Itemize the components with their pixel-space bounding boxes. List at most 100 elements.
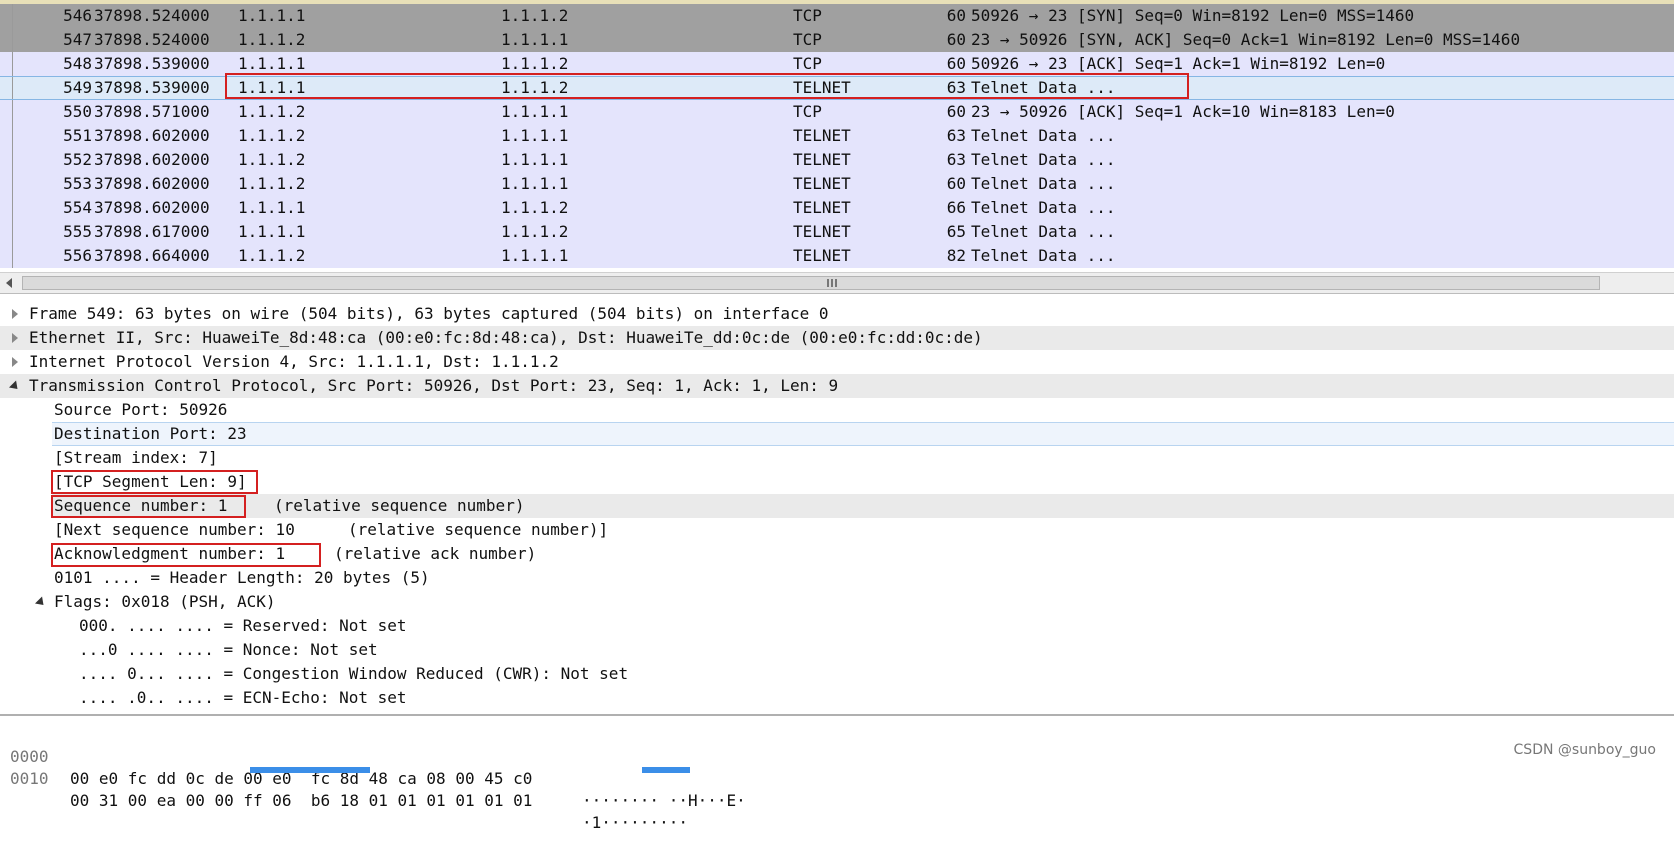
packet-row-555[interactable]: 555 37898.617000 1.1.1.1 1.1.1.2 TELNET …	[0, 220, 1674, 244]
packet-proto: TELNET	[793, 78, 851, 97]
tree-item-dst-port[interactable]: Destination Port: 23	[52, 422, 1674, 446]
tree-item-segment-len[interactable]: [TCP Segment Len: 9]	[0, 470, 1674, 494]
packet-len: 63	[946, 126, 966, 145]
packet-list-hscrollbar[interactable]	[0, 272, 1674, 294]
packet-proto: TELNET	[793, 222, 851, 241]
packet-time: 37898.602000	[94, 174, 210, 193]
packet-dst: 1.1.1.1	[501, 126, 569, 145]
collapse-arrow-icon[interactable]	[34, 596, 48, 609]
tree-item-ack[interactable]: Acknowledgment number: 1 (relative ack n…	[0, 542, 1674, 566]
tree-item-ip[interactable]: Internet Protocol Version 4, Src: 1.1.1.…	[0, 350, 1674, 374]
packet-info: 50926 → 23 [ACK] Seq=1 Ack=1 Win=8192 Le…	[971, 54, 1386, 73]
tree-item-src-port[interactable]: Source Port: 50926	[0, 398, 1674, 422]
ack-note: (relative ack number)	[334, 544, 537, 563]
packet-no: 547	[63, 30, 92, 49]
packet-info: Telnet Data ...	[971, 246, 1116, 265]
collapse-arrow-icon[interactable]	[8, 380, 22, 393]
packet-time: 37898.664000	[94, 246, 210, 265]
packet-info: Telnet Data ...	[971, 174, 1116, 193]
packet-time: 37898.602000	[94, 126, 210, 145]
tree-item-flags[interactable]: Flags: 0x018 (PSH, ACK)	[0, 590, 1674, 614]
packet-row-551[interactable]: 551 37898.602000 1.1.1.2 1.1.1.1 TELNET …	[0, 124, 1674, 148]
seq-number: Sequence number: 1	[54, 496, 228, 515]
tree-item-cwr[interactable]: .... 0... .... = Congestion Window Reduc…	[0, 662, 1674, 686]
packet-src: 1.1.1.2	[238, 246, 306, 265]
hex-row[interactable]: 0000 00 e0 fc dd 0c de 00 e0 fc 8d 48 ca…	[0, 724, 746, 810]
tree-item-nonce[interactable]: ...0 .... .... = Nonce: Not set	[0, 638, 1674, 662]
packet-time: 37898.539000	[94, 54, 210, 73]
packet-row-549-selected[interactable]: 549 37898.539000 1.1.1.1 1.1.1.2 TELNET …	[0, 76, 1674, 100]
flags: Flags: 0x018 (PSH, ACK)	[54, 592, 276, 611]
packet-row-552[interactable]: 552 37898.602000 1.1.1.2 1.1.1.1 TELNET …	[0, 148, 1674, 172]
packet-row-553[interactable]: 553 37898.602000 1.1.1.2 1.1.1.1 TELNET …	[0, 172, 1674, 196]
tree-item-frame[interactable]: Frame 549: 63 bytes on wire (504 bits), …	[0, 302, 1674, 326]
tree-item-seq[interactable]: Sequence number: 1 (relative sequence nu…	[52, 494, 1674, 518]
tree-item-ethernet[interactable]: Ethernet II, Src: HuaweiTe_8d:48:ca (00:…	[0, 326, 1674, 350]
watermark: CSDN @sunboy_guo	[1513, 742, 1656, 758]
scroll-left-icon[interactable]	[6, 278, 12, 288]
packet-dst: 1.1.1.2	[501, 78, 569, 97]
header-length: 0101 .... = Header Length: 20 bytes (5)	[54, 568, 430, 587]
packet-dst: 1.1.1.2	[501, 198, 569, 217]
packet-time: 37898.617000	[94, 222, 210, 241]
packet-info: 23 → 50926 [SYN, ACK] Seq=0 Ack=1 Win=81…	[971, 30, 1521, 49]
hex-ascii: ········ ··H···E·	[582, 791, 746, 810]
packet-row-547[interactable]: 547 37898.524000 1.1.1.2 1.1.1.1 TCP 60 …	[0, 28, 1674, 52]
hex-selection-highlight	[250, 767, 370, 773]
grip-icon	[827, 279, 837, 287]
packet-dst: 1.1.1.1	[501, 150, 569, 169]
packet-len: 63	[946, 78, 966, 97]
packet-time: 37898.539000	[94, 78, 210, 97]
ascii-selection-highlight	[642, 767, 690, 773]
expand-arrow-icon[interactable]	[12, 357, 18, 367]
tree-item-reserved[interactable]: 000. .... .... = Reserved: Not set	[0, 614, 1674, 638]
packet-list[interactable]: 546 37898.524000 1.1.1.1 1.1.1.2 TCP 60 …	[0, 0, 1674, 272]
hex-row[interactable]: 0010 00 31 00 ea 00 00 ff 06 b6 18 01 01…	[0, 746, 688, 832]
packet-row-548[interactable]: 548 37898.539000 1.1.1.1 1.1.1.2 TCP 60 …	[0, 52, 1674, 76]
packet-info: Telnet Data ...	[971, 78, 1116, 97]
tree-line	[12, 28, 13, 52]
expand-arrow-icon[interactable]	[12, 333, 18, 343]
tree-item-next-seq[interactable]: [Next sequence number: 10 (relative sequ…	[0, 518, 1674, 542]
next-seq-number: [Next sequence number: 10	[54, 520, 295, 539]
packet-proto: TCP	[793, 102, 822, 121]
packet-info: Telnet Data ...	[971, 126, 1116, 145]
packet-no: 548	[63, 54, 92, 73]
packet-row-550[interactable]: 550 37898.571000 1.1.1.2 1.1.1.1 TCP 60 …	[0, 100, 1674, 124]
ethernet-summary: Ethernet II, Src: HuaweiTe_8d:48:ca (00:…	[29, 328, 983, 347]
flag-ecn: .... .0.. .... = ECN-Echo: Not set	[79, 688, 407, 707]
next-seq-note: (relative sequence number)]	[348, 520, 609, 539]
scrollbar-thumb[interactable]	[22, 276, 1600, 290]
hex-offset: 0010	[10, 769, 49, 788]
tree-item-ecn[interactable]: .... .0.. .... = ECN-Echo: Not set	[0, 686, 1674, 710]
tree-line	[12, 124, 13, 148]
packet-row-556[interactable]: 556 37898.664000 1.1.1.2 1.1.1.1 TELNET …	[0, 244, 1674, 268]
packet-row-554[interactable]: 554 37898.602000 1.1.1.1 1.1.1.2 TELNET …	[0, 196, 1674, 220]
packet-len: 60	[946, 174, 966, 193]
packet-dst: 1.1.1.1	[501, 174, 569, 193]
packet-src: 1.1.1.1	[238, 54, 306, 73]
packet-len: 60	[946, 54, 966, 73]
packet-src: 1.1.1.2	[238, 30, 306, 49]
packet-time: 37898.602000	[94, 198, 210, 217]
packet-no: 550	[63, 102, 92, 121]
packet-proto: TCP	[793, 6, 822, 25]
packet-no: 546	[63, 6, 92, 25]
dst-port: Destination Port: 23	[54, 424, 247, 443]
tree-line	[12, 77, 13, 99]
hex-ascii: ·1·········	[582, 813, 688, 832]
expand-arrow-icon[interactable]	[12, 309, 18, 319]
tree-item-tcp[interactable]: Transmission Control Protocol, Src Port:…	[0, 374, 1674, 398]
hex-dump-pane[interactable]: 0000 00 e0 fc dd 0c de 00 e0 fc 8d 48 ca…	[0, 714, 1674, 832]
packet-info: 23 → 50926 [ACK] Seq=1 Ack=10 Win=8183 L…	[971, 102, 1395, 121]
packet-len: 65	[946, 222, 966, 241]
packet-len: 60	[946, 30, 966, 49]
packet-details-tree[interactable]: Frame 549: 63 bytes on wire (504 bits), …	[0, 300, 1674, 712]
tree-item-header-len[interactable]: 0101 .... = Header Length: 20 bytes (5)	[0, 566, 1674, 590]
tcp-summary: Transmission Control Protocol, Src Port:…	[29, 376, 839, 395]
packet-row-546[interactable]: 546 37898.524000 1.1.1.1 1.1.1.2 TCP 60 …	[0, 4, 1674, 28]
packet-src: 1.1.1.1	[238, 78, 306, 97]
packet-no: 554	[63, 198, 92, 217]
packet-src: 1.1.1.1	[238, 222, 306, 241]
tree-item-stream-index[interactable]: [Stream index: 7]	[0, 446, 1674, 470]
